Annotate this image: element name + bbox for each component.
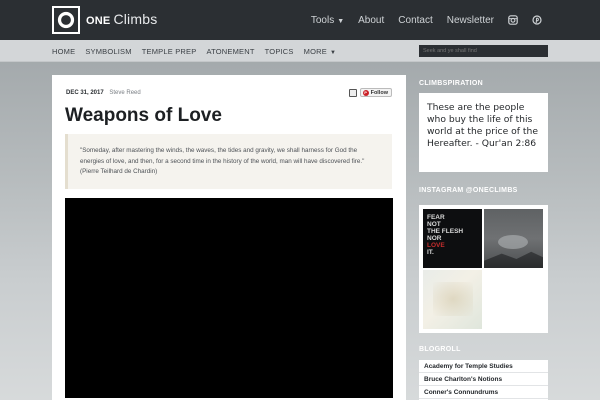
photo-hill <box>484 251 543 268</box>
pinterest-icon[interactable] <box>532 15 542 25</box>
menu-item-about[interactable]: About <box>358 15 384 26</box>
menu-item-tools-label: Tools <box>310 14 335 26</box>
menu-item-tools[interactable]: Tools ▼ <box>311 15 344 26</box>
menu-item-newsletter[interactable]: Newsletter <box>447 15 494 26</box>
follow-button[interactable]: P Follow <box>359 88 392 97</box>
post-author[interactable]: Steve Reed <box>109 90 140 96</box>
instagram-widget: FEAR NOT THE FLESH NOR LOVE IT. <box>419 205 548 333</box>
blogroll-widget: Academy for Temple Studies Bruce Charlto… <box>419 360 548 400</box>
instagram-heading: INSTAGRAM @ONECLIMBS <box>419 187 518 194</box>
site-logo-text[interactable]: ONE Climbs <box>86 11 157 27</box>
site-logo-icon[interactable] <box>52 6 80 34</box>
brand-one: ONE <box>86 15 111 27</box>
photo-mist <box>498 235 528 249</box>
thumb-text-line: IT. <box>427 249 434 256</box>
thumb-text-line: LOVE <box>427 242 445 249</box>
instagram-icon[interactable] <box>508 15 518 25</box>
article-card: DEC 31, 2017 Steve Reed P Follow Weapons… <box>52 75 406 400</box>
instagram-thumbnail[interactable]: FEAR NOT THE FLESH NOR LOVE IT. <box>423 209 482 268</box>
climbspiration-widget: These are the people who buy the life of… <box>419 93 548 172</box>
chevron-down-icon: ▼ <box>329 49 337 56</box>
chevron-down-icon: ▼ <box>337 17 345 25</box>
climbspiration-heading: CLIMBSPIRATION <box>419 80 483 87</box>
thumb-text-line: NOR <box>427 235 442 242</box>
blogroll-link[interactable]: Bruce Charlton's Notions <box>419 373 548 386</box>
post-blockquote: "Someday, after mastering the winds, the… <box>65 134 392 189</box>
instagram-thumbnail[interactable] <box>423 270 482 329</box>
subnav-symbolism[interactable]: SYMBOLISM <box>85 47 131 56</box>
post-date: DEC 31, 2017 <box>66 90 104 96</box>
subnav-more[interactable]: MORE ▼ <box>304 47 336 56</box>
embedded-video[interactable] <box>65 198 393 398</box>
subnav-temple-prep[interactable]: TEMPLE PREP <box>142 47 197 56</box>
subnav-atonement[interactable]: ATONEMENT <box>206 47 254 56</box>
blogroll-link[interactable]: Academy for Temple Studies <box>419 360 548 373</box>
subnav-topics[interactable]: TOPICS <box>265 47 294 56</box>
subnav-home[interactable]: HOME <box>52 47 75 56</box>
thumb-text-line: NOT <box>427 221 441 228</box>
search-input[interactable] <box>419 45 548 57</box>
instagram-thumbnail[interactable] <box>484 209 543 268</box>
subnav-more-label: MORE <box>303 46 327 56</box>
brand-climbs: Climbs <box>113 11 158 27</box>
main-menu: Tools ▼ About Contact Newsletter <box>311 0 542 40</box>
follow-label: Follow <box>370 89 388 96</box>
blogroll-link[interactable]: Conner's Connundrums <box>419 386 548 399</box>
post-meta: DEC 31, 2017 Steve Reed <box>66 90 141 96</box>
share-tools: P Follow <box>348 88 392 97</box>
post-title: Weapons of Love <box>65 105 222 126</box>
photo-glint <box>433 282 473 316</box>
menu-item-contact[interactable]: Contact <box>398 15 432 26</box>
top-navigation-bar: ONE Climbs Tools ▼ About Contact Newslette… <box>0 0 600 40</box>
feed-icon[interactable] <box>348 88 357 97</box>
pinterest-badge-icon: P <box>362 89 369 96</box>
blogroll-heading: BLOGROLL <box>419 346 461 353</box>
thumb-text-line: THE FLESH <box>427 228 464 235</box>
thumb-text-line: FEAR <box>427 214 445 221</box>
secondary-menu: HOME SYMBOLISM TEMPLE PREP ATONEMENT TOP… <box>52 40 336 62</box>
